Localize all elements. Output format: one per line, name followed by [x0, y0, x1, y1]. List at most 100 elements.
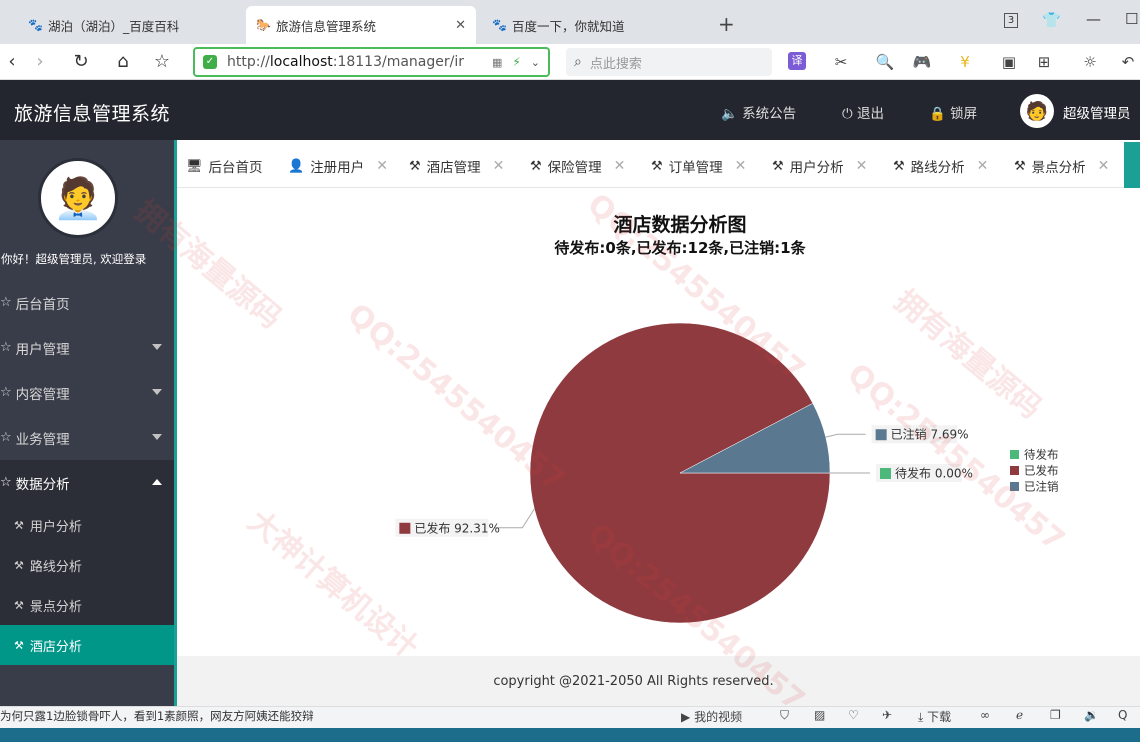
- chevron-down-icon[interactable]: ⌄: [531, 56, 540, 69]
- browser-tab-baidu[interactable]: 🐾 百度一下，你就知道: [482, 6, 708, 44]
- qr-icon[interactable]: ▦: [492, 56, 502, 69]
- close-icon[interactable]: ✕: [1098, 158, 1110, 174]
- sidebar-item-label: 内容管理: [15, 386, 70, 403]
- image-icon[interactable]: ▨: [814, 708, 825, 722]
- close-icon[interactable]: ✕: [614, 158, 626, 174]
- ie-icon[interactable]: ℯ: [1016, 708, 1023, 722]
- download-link[interactable]: ⤓ 下载: [918, 708, 951, 725]
- browser-tab-app[interactable]: 🐎 旅游信息管理系统 ✕: [246, 6, 476, 44]
- sidebar-item-label: 用户管理: [15, 341, 70, 358]
- sidebar-item-data-analysis[interactable]: ☆ 数据分析: [0, 460, 174, 505]
- avatar[interactable]: 🧑: [1020, 94, 1054, 128]
- extension-icon[interactable]: ▣: [999, 53, 1019, 71]
- tools-icon: ⚒: [14, 518, 24, 532]
- close-icon[interactable]: ✕: [977, 158, 989, 174]
- tools-icon: ⚒: [409, 158, 421, 174]
- sidebar-subitem-label: 路线分析: [29, 559, 82, 575]
- announcement-label: 系统公告: [742, 106, 797, 122]
- user-menu[interactable]: 超级管理员: [1063, 102, 1131, 122]
- tools-icon: ⚒: [893, 158, 905, 174]
- close-icon[interactable]: ✕: [376, 158, 388, 174]
- sidebar-subitem-hotel-analysis[interactable]: ⚒ 酒店分析: [0, 625, 174, 665]
- reload-icon[interactable]: ↻: [69, 51, 93, 72]
- lightning-icon[interactable]: ⚡: [512, 55, 520, 69]
- home-icon[interactable]: ⌂: [111, 51, 135, 72]
- new-tab-button[interactable]: +: [718, 12, 735, 36]
- search-input[interactable]: ⌕ 点此搜索: [566, 48, 772, 76]
- sidebar-item-business-management[interactable]: ☆ 业务管理: [0, 415, 174, 460]
- logout-label: 退出: [856, 106, 884, 122]
- pie-label-2: 已注销 7.69%: [891, 427, 969, 442]
- scissors-icon[interactable]: ✂: [831, 53, 851, 71]
- legend-swatch-1: [1010, 466, 1019, 475]
- horse-icon: 🐎: [256, 18, 271, 32]
- lock-label: 锁屏: [950, 106, 978, 122]
- legend-label-1: 已发布: [1024, 464, 1059, 478]
- pie-label-swatch-0: [880, 468, 891, 479]
- footer: copyright @2021-2050 All Rights reserved…: [177, 656, 1140, 706]
- tab-count-badge[interactable]: 3: [1004, 13, 1018, 28]
- lock-link[interactable]: 🔒 锁屏: [929, 102, 977, 122]
- sidebar-subitem-user-analysis[interactable]: ⚒ 用户分析: [0, 505, 174, 545]
- heart-icon[interactable]: ♡: [848, 708, 859, 722]
- sidebar-subitem-label: 用户分析: [29, 519, 82, 535]
- translate-icon[interactable]: 译: [788, 52, 806, 70]
- sidebar-subitem-scenic-analysis[interactable]: ⚒ 景点分析: [0, 585, 174, 625]
- maximize-icon[interactable]: ☐: [1125, 10, 1138, 28]
- url-host: localhost: [269, 54, 333, 70]
- sidebar-item-home[interactable]: ☆ 后台首页: [0, 280, 174, 325]
- url-prefix: http://: [227, 54, 270, 70]
- browser-tab-label: 湖泊（湖泊）_百度百科: [48, 18, 180, 34]
- undo-icon[interactable]: ↶: [1118, 53, 1138, 71]
- app-title: 旅游信息管理系统: [14, 103, 171, 125]
- apps-grid-icon[interactable]: ⊞: [1034, 53, 1054, 71]
- tab-hotel-management[interactable]: ⚒ 酒店管理 ✕: [409, 156, 504, 176]
- coin-icon[interactable]: ¥: [955, 53, 975, 71]
- my-video-link[interactable]: ▶ 我的视频: [681, 708, 742, 725]
- back-icon[interactable]: ‹: [0, 51, 24, 72]
- tab-scenic-analysis[interactable]: ⚒ 景点分析 ✕: [1014, 156, 1109, 176]
- pie-label-0: 待发布 0.00%: [895, 466, 973, 481]
- window-icon[interactable]: ❐: [1050, 708, 1061, 722]
- close-icon[interactable]: ✕: [493, 158, 505, 174]
- close-icon[interactable]: ✕: [856, 158, 868, 174]
- forward-icon[interactable]: ›: [28, 51, 52, 72]
- browser-tab-baike[interactable]: 🐾 湖泊（湖泊）_百度百科: [18, 6, 244, 44]
- search-placeholder: 点此搜索: [589, 56, 642, 72]
- rocket-icon[interactable]: ✈: [882, 708, 892, 722]
- announcement-link[interactable]: 🔈 系统公告: [721, 102, 796, 122]
- tab-order-management[interactable]: ⚒ 订单管理 ✕: [651, 156, 746, 176]
- tab-label: 订单管理: [668, 160, 723, 176]
- zoom-icon[interactable]: Q: [1118, 708, 1127, 722]
- sidebar-subitem-route-analysis[interactable]: ⚒ 路线分析: [0, 545, 174, 585]
- url-field[interactable]: ✓ http://localhost:18113/manager/ir ▦ ⚡ …: [193, 47, 550, 77]
- close-icon[interactable]: ✕: [735, 158, 747, 174]
- pie-leader-line-1: [494, 508, 535, 529]
- shield-icon[interactable]: ⛉: [780, 708, 789, 723]
- pie-label-1: 已发布 92.31%: [414, 520, 500, 535]
- sidebar-item-user-management[interactable]: ☆ 用户管理: [0, 325, 174, 370]
- magnifier-icon[interactable]: 🔍: [875, 53, 895, 71]
- tab-home[interactable]: 🖥 后台首页: [186, 156, 263, 177]
- gamepad-icon[interactable]: 🎮: [912, 53, 932, 71]
- close-tab-icon[interactable]: ✕: [455, 18, 466, 33]
- volume-icon[interactable]: 🔉: [1084, 708, 1099, 722]
- tab-route-analysis[interactable]: ⚒ 路线分析 ✕: [893, 156, 988, 176]
- tab-registered-users[interactable]: 👤 注册用户 ✕: [288, 156, 388, 176]
- brightness-icon[interactable]: ☼: [1080, 53, 1100, 71]
- tab-scroll-right-button[interactable]: [1124, 142, 1140, 188]
- baidu-paw-icon: 🐾: [28, 18, 43, 32]
- logout-link[interactable]: ⏻ 退出: [842, 102, 884, 122]
- news-ticker[interactable]: 为何只露1边脸锁骨吓人，看到1素颜照，网友方阿姨还能狡辩: [0, 708, 314, 724]
- tab-user-analysis[interactable]: ⚒ 用户分析 ✕: [772, 156, 867, 176]
- star-outline-icon: ☆: [0, 340, 12, 355]
- star-outline-icon: ☆: [0, 295, 12, 310]
- sidebar-item-label: 业务管理: [15, 431, 70, 448]
- play-icon: ▶: [681, 710, 691, 724]
- glasses-icon[interactable]: ∞: [980, 708, 990, 722]
- star-icon[interactable]: ☆: [150, 51, 174, 72]
- sidebar-item-content-management[interactable]: ☆ 内容管理: [0, 370, 174, 415]
- shirt-icon[interactable]: 👕: [1042, 11, 1061, 29]
- tab-insurance-management[interactable]: ⚒ 保险管理 ✕: [530, 156, 625, 176]
- minimize-icon[interactable]: —: [1086, 10, 1101, 28]
